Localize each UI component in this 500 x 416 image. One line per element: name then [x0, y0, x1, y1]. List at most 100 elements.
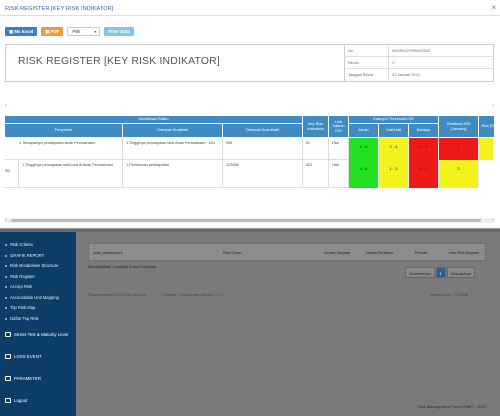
meta-row: No 004/RM-FORM/I/2022	[345, 45, 494, 57]
th-dampak-kualitatif: Dampak Kualitatif	[123, 124, 223, 138]
sidebar-item-label: Logout	[14, 398, 28, 403]
folder-icon	[5, 354, 11, 359]
sidebar-item-top-risk-map[interactable]: Top Risk Map	[0, 303, 76, 314]
th-risk-owner: Risk Owner	[223, 250, 243, 255]
th-aman: Aman	[349, 124, 379, 138]
th-identifikasi: Identifikasi Risiko	[5, 116, 303, 124]
cell-no: SD	[5, 160, 19, 188]
cell-dampak-kuantitatif: 123456	[223, 160, 303, 188]
meta-row: Tanggal Revisi 31 Januari 2022	[345, 69, 494, 81]
sidebar-item-accountable-unit[interactable]: Accountable Unit Mapping	[0, 293, 76, 304]
sidebar-item-label: PARAMETER	[14, 376, 41, 381]
cell-penyebab: 1.Tercapainya pendapatan Anak Perusahaan	[5, 138, 123, 160]
export-pdf-button[interactable]: ▣ PDF	[41, 26, 64, 36]
th-hati: Hati-Hati	[379, 124, 409, 138]
export-excel-button[interactable]: ▣ Ms Excel	[5, 26, 38, 36]
aman-value: 4 - 6	[359, 166, 368, 171]
close-icon[interactable]: ×	[491, 3, 496, 12]
sidebar-item-grafik-report[interactable]: GRAFIK REPORT	[0, 251, 76, 262]
th-jumlah-sasaran: Jumlah Sasaran	[323, 250, 351, 255]
excel-label: Ms Excel	[14, 28, 34, 34]
select-value: Pilih	[72, 28, 81, 34]
th-dampak-kuantitatif: Dampak Kuantitatif	[223, 124, 303, 138]
cell-bahaya: 0 - 1	[409, 160, 439, 188]
th-threshold: Kategori Threshold KRI	[349, 116, 439, 124]
table-scrollbar[interactable]: ‹ ›	[5, 217, 494, 223]
pager-next[interactable]: Selanjutnya	[446, 267, 476, 278]
upper-scrollbar[interactable]: ‹ ›	[5, 103, 494, 109]
chart-icon	[5, 332, 11, 337]
copyright: Risk Management Forum (RMF) - 2022	[418, 404, 486, 409]
scroll-left-icon[interactable]: ‹	[5, 217, 7, 223]
bahaya-value: 0 - 1	[419, 166, 428, 171]
meta-row: Revisi 1	[345, 57, 494, 69]
cell-unit: Hari	[329, 160, 349, 188]
period-select[interactable]: Pilih ▾	[67, 26, 101, 36]
pager-page[interactable]: 1	[435, 267, 446, 278]
sidebar-item-label: LOSS EVENT	[14, 354, 42, 359]
cell-unit: Hari	[329, 138, 349, 160]
filter-button[interactable]: Filter Data	[104, 26, 134, 36]
realisasi-value: 1	[457, 144, 460, 149]
th-extra: Rea [Fe	[479, 116, 494, 138]
document-title: RISK REGISTER [KEY RISK INDIKATOR]	[18, 56, 220, 67]
hati-value: 1 - 3	[389, 166, 398, 171]
hati-value: 2 - 4	[389, 144, 398, 149]
th-realisasi: Realisasi KRI [January]	[439, 116, 479, 138]
cell-kri: KI	[303, 138, 329, 160]
th-jumlah-peristiwa: Jumlah Peristiwa	[365, 250, 393, 255]
sidebar-item-risk-breakdown[interactable]: Risk Breakdown Structure	[0, 261, 76, 272]
cell-dampak-kualitatif: 1.Tingginya pencapaian laba Anak Perusah…	[123, 138, 223, 160]
modal-title: RISK REGISTER [KEY RISK INDIKATOR]	[5, 6, 114, 12]
aman-value: 6 - 6	[359, 144, 368, 149]
cell-extra	[479, 138, 494, 160]
assessment-table-header: judul_assessment Risk Owner Jumlah Sasar…	[88, 243, 486, 261]
cell-dampak-kualitatif: 1.Penurunan pendapatan	[123, 160, 223, 188]
sidebar-item-daftar-top-risk[interactable]: Daftar Top Risk	[0, 314, 76, 325]
sidebar-item-loss-event[interactable]: LOSS EVENT	[0, 346, 76, 368]
meta-key: Tanggal Revisi	[345, 69, 389, 81]
pager-prev[interactable]: Sebelumnya	[405, 267, 435, 278]
sidebar-item-risk-register[interactable]: Risk Register	[0, 272, 76, 283]
records-info: Menampilkan 1 sampai 0 dari 0 records	[88, 264, 157, 269]
document-header: RISK REGISTER [KEY RISK INDIKATOR] No 00…	[5, 44, 494, 82]
th-penyebab: Penyebab	[5, 124, 123, 138]
cell-dampak-kuantitatif: 996	[223, 138, 303, 160]
cell-aman: 6 - 6	[349, 138, 379, 160]
document-meta: No 004/RM-FORM/I/2022 Revisi 1 Tanggal R…	[344, 45, 494, 81]
realisasi-value: 3	[457, 166, 460, 171]
meta-key: Revisi	[345, 57, 389, 68]
pdf-label: PDF	[50, 28, 60, 34]
scroll-right-icon[interactable]: ›	[492, 217, 494, 223]
sidebar-item-logout[interactable]: Logout	[0, 390, 76, 412]
risk-register-modal: RISK REGISTER [KEY RISK INDIKATOR] × ▣ M…	[0, 0, 500, 229]
divider	[0, 15, 500, 16]
sidebar: Risk Criteria GRAFIK REPORT Risk Breakdo…	[0, 232, 76, 416]
cell-hati: 1 - 3	[379, 160, 409, 188]
sidebar-item-parameter[interactable]: PARAMETER	[0, 368, 76, 390]
pagination: Sebelumnya 1 Selanjutnya	[405, 267, 476, 278]
meta-key: No	[345, 45, 389, 56]
th-bahaya: Bahaya	[409, 124, 439, 138]
meta-value: 1	[392, 60, 395, 65]
sidebar-item-stress-test[interactable]: Stress Test & Maturity Level	[0, 324, 76, 346]
toolbar: ▣ Ms Excel ▣ PDF Pilih ▾ Filter Data	[5, 25, 134, 37]
cell-aman: 4 - 6	[349, 160, 379, 188]
memory-info: Memory use : 0.95MB	[430, 292, 469, 297]
meta-value: 004/RM-FORM/I/2022	[392, 48, 431, 53]
th-view-register: View Risk Register	[448, 250, 480, 255]
cell-penyebab: 1.Tingginya pencapaian total pad di Anak…	[19, 160, 123, 188]
scrollbar-thumb[interactable]	[11, 219, 481, 222]
scroll-left-icon[interactable]: ‹	[5, 103, 7, 109]
risk-table: Identifikasi Risiko Key Risk Indicators …	[5, 116, 494, 214]
sidebar-item-accept-risk[interactable]: Accept Risk	[0, 282, 76, 293]
th-judul: judul_assessment	[93, 250, 123, 255]
scroll-right-icon[interactable]: ›	[492, 103, 494, 109]
render-time: Page rendered in 0.0158 seconds	[88, 292, 147, 297]
cell-hati: 2 - 4	[379, 138, 409, 160]
logout-icon	[5, 398, 11, 403]
cell-kri: 321	[303, 160, 329, 188]
engine-info: Engine : CodeIgniter Version 3.1.8	[164, 292, 224, 297]
sidebar-item-risk-criteria[interactable]: Risk Criteria	[0, 240, 76, 251]
th-kri: Key Risk Indicators	[303, 116, 329, 138]
